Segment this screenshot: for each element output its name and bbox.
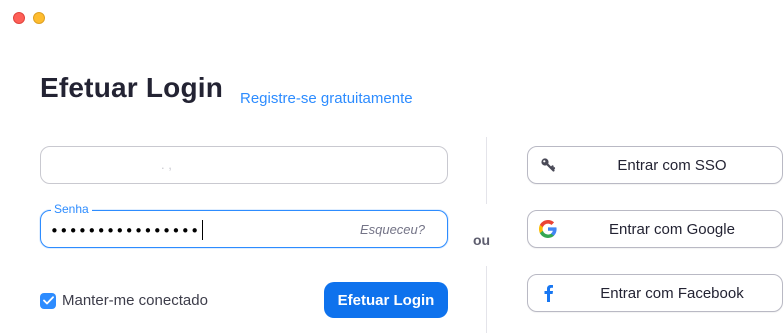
window-close-button[interactable] <box>13 12 25 24</box>
remember-me-checkbox[interactable]: Manter-me conectado <box>40 292 208 309</box>
email-field[interactable]: . , <box>40 146 448 184</box>
login-button[interactable]: Efetuar Login <box>324 282 448 318</box>
password-field[interactable]: Senha •••••••••••••••• Esqueceu? <box>40 202 448 248</box>
remember-me-label: Manter-me conectado <box>62 292 208 309</box>
register-link[interactable]: Registre-se gratuitamente <box>240 90 413 107</box>
google-login-label: Entrar com Google <box>609 221 735 238</box>
sso-login-label: Entrar com SSO <box>617 157 727 174</box>
google-icon <box>539 220 557 238</box>
forgot-password-link[interactable]: Esqueceu? <box>360 222 425 237</box>
sso-login-button[interactable]: Entrar com SSO <box>527 146 783 184</box>
facebook-icon <box>539 284 557 302</box>
password-label: Senha <box>51 202 92 216</box>
divider-line-bottom <box>486 266 487 333</box>
facebook-login-button[interactable]: Entrar com Facebook <box>527 274 783 312</box>
checkmark-icon[interactable] <box>40 292 56 309</box>
password-dots: •••••••••••••••• <box>50 222 200 240</box>
window-minimize-button[interactable] <box>33 12 45 24</box>
email-value: . , <box>161 157 172 172</box>
facebook-login-label: Entrar com Facebook <box>600 285 744 302</box>
key-icon <box>539 156 557 174</box>
text-caret <box>201 220 204 240</box>
password-value: •••••••••••••••• <box>50 220 204 240</box>
google-login-button[interactable]: Entrar com Google <box>527 210 783 248</box>
login-window: Efetuar Login Registre-se gratuitamente … <box>0 0 784 333</box>
or-divider-label: ou <box>473 232 491 248</box>
page-title: Efetuar Login <box>40 72 224 103</box>
divider-line-top <box>486 137 487 204</box>
